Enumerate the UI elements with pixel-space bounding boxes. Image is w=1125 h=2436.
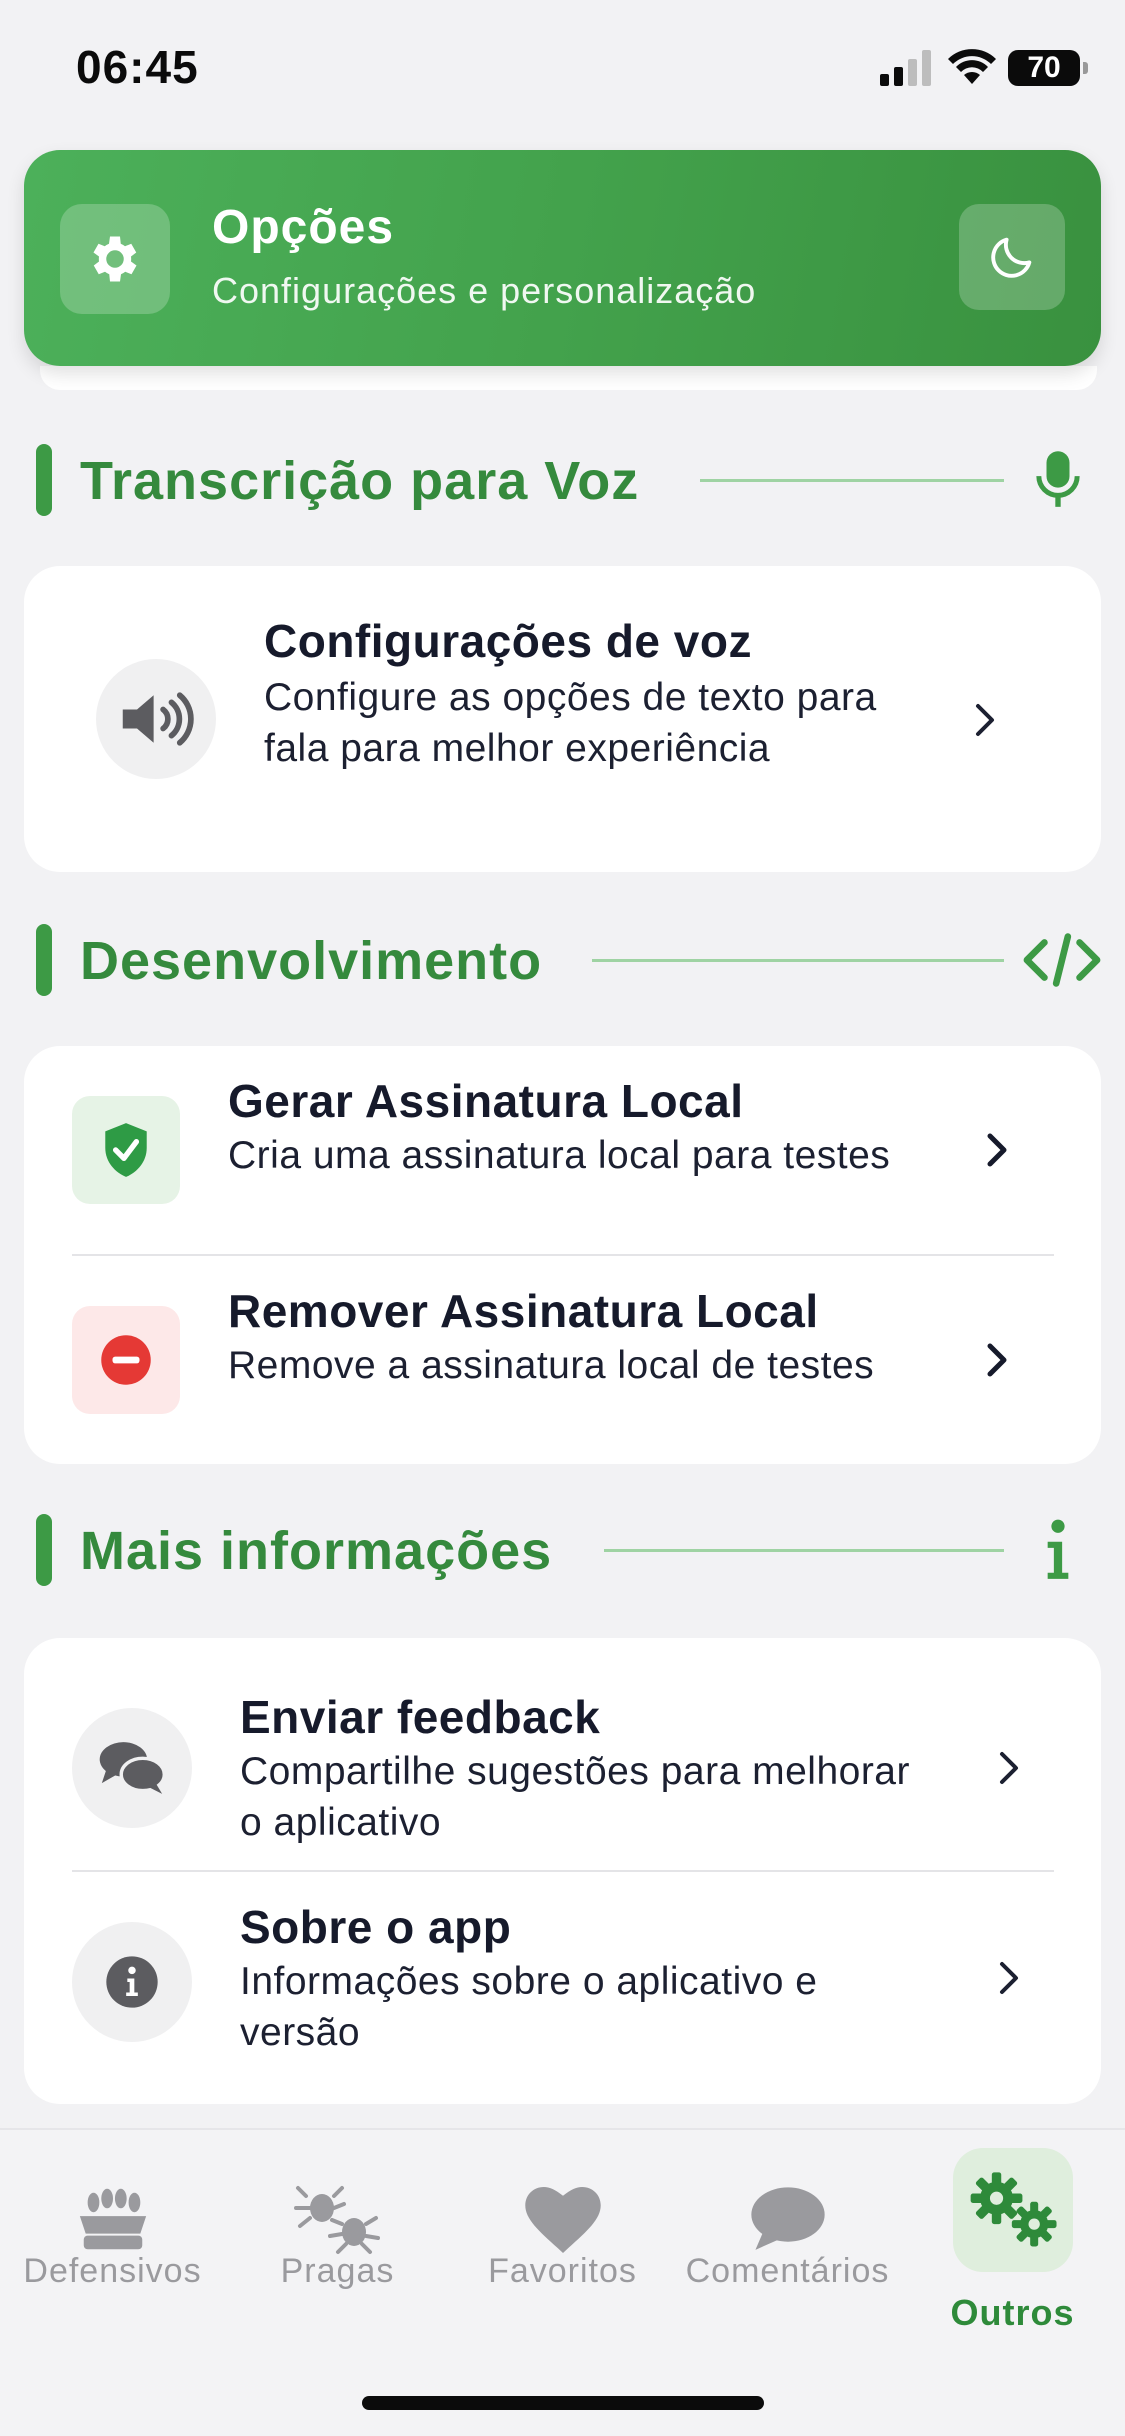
section-accent-bar [36, 1514, 52, 1586]
gears-icon [952, 2148, 1073, 2272]
list-item-voice-settings[interactable]: Configurações de voz Configure as opções… [24, 566, 1101, 872]
tab-outros[interactable]: Outros [900, 2130, 1125, 2360]
tab-favoritos[interactable]: Favoritos [450, 2130, 675, 2360]
section-title: Desenvolvimento [80, 931, 543, 991]
development-card: Gerar Assinatura Local Cria uma assinatu… [24, 1046, 1101, 1464]
item-description: Informações sobre o aplicativo e versão [240, 1960, 818, 2054]
voice-settings-card: Configurações de voz Configure as opções… [24, 566, 1101, 872]
dark-mode-toggle[interactable] [959, 204, 1065, 310]
header-underlay [40, 366, 1097, 390]
item-title: Enviar feedback [240, 1691, 601, 1743]
chevron-right-icon [1000, 1962, 1018, 1994]
tab-defensivos[interactable]: Defensivos [0, 2130, 225, 2360]
item-description: Cria uma assinatura local para testes [228, 1134, 891, 1177]
code-icon [1022, 924, 1102, 996]
section-header-development: Desenvolvimento [36, 920, 1106, 1000]
page-subtitle: Configurações e personalização [212, 270, 757, 311]
tab-pragas[interactable]: Pragas [225, 2130, 450, 2360]
tab-label: Defensivos [23, 2252, 202, 2290]
chevron-right-icon [976, 704, 994, 736]
info-icon [1018, 1514, 1098, 1586]
chevron-right-icon [987, 1133, 1007, 1167]
item-title: Remover Assinatura Local [228, 1285, 819, 1337]
options-header: Opções Configurações e personalização [24, 150, 1101, 366]
item-title: Gerar Assinatura Local [228, 1075, 744, 1127]
chevron-right-icon [1000, 1752, 1018, 1784]
item-description: Configure as opções de texto para fala p… [264, 676, 877, 770]
home-indicator[interactable] [362, 2396, 764, 2410]
bottom-navigation: Defensivos Pragas Favoritos Comentários … [0, 2128, 1125, 2436]
list-item-remove-signature[interactable]: Remover Assinatura Local Remove a assina… [24, 1256, 1101, 1464]
tab-comentarios[interactable]: Comentários [675, 2130, 900, 2360]
section-divider-line [592, 959, 1004, 962]
list-item-about[interactable]: Sobre o app Informações sobre o aplicati… [24, 1872, 1101, 2104]
minus-circle-icon [72, 1306, 180, 1414]
wifi-icon [948, 49, 996, 84]
microphone-icon [1018, 444, 1098, 516]
list-item-feedback[interactable]: Enviar feedback Compartilhe sugestões pa… [24, 1638, 1101, 1870]
shield-check-icon [72, 1096, 180, 1204]
list-item-generate-signature[interactable]: Gerar Assinatura Local Cria uma assinatu… [24, 1046, 1101, 1254]
more-info-card: Enviar feedback Compartilhe sugestões pa… [24, 1638, 1101, 2104]
page-title: Opções [212, 201, 395, 254]
chevron-right-icon [987, 1343, 1007, 1377]
section-accent-bar [36, 444, 52, 516]
tab-label: Pragas [280, 2252, 395, 2290]
settings-icon [60, 204, 170, 314]
section-header-more-info: Mais informações [36, 1510, 1106, 1590]
item-title: Sobre o app [240, 1901, 512, 1953]
item-description: Compartilhe sugestões para melhorar o ap… [240, 1750, 910, 1844]
item-title: Configurações de voz [264, 615, 752, 667]
section-title: Transcrição para Voz [80, 451, 640, 511]
tab-label: Favoritos [488, 2252, 637, 2290]
speaker-icon [96, 659, 216, 779]
section-header-voice: Transcrição para Voz [36, 440, 1106, 520]
section-divider-line [604, 1549, 1004, 1552]
status-bar: 06:45 70 [0, 0, 1125, 140]
section-accent-bar [36, 924, 52, 996]
chat-bubbles-icon [72, 1708, 192, 1828]
item-description: Remove a assinatura local de testes [228, 1344, 875, 1387]
section-title: Mais informações [80, 1521, 553, 1581]
info-circle-icon [72, 1922, 192, 2042]
status-time: 06:45 [76, 41, 199, 93]
tab-label: Outros [950, 2292, 1075, 2333]
section-divider-line [700, 479, 1004, 482]
battery-indicator: 70 [1008, 50, 1088, 86]
signal-icon [880, 50, 931, 86]
tab-label: Comentários [685, 2252, 890, 2290]
moon-icon [991, 237, 1032, 278]
